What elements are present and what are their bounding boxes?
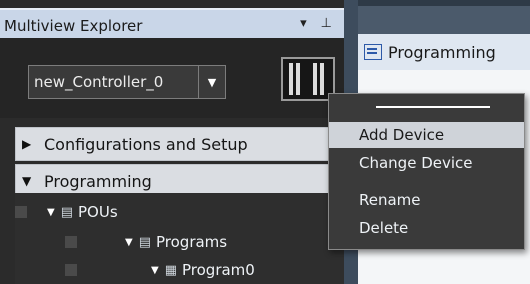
collapse-down-icon[interactable]: ▼ [151, 265, 159, 276]
tree-item-programs[interactable]: ▼ ▤ Programs [125, 229, 227, 255]
chevron-down-icon[interactable]: ▼ [198, 66, 225, 98]
explorer-header: Multiview Explorer ▾ ⊥ [0, 8, 346, 38]
controller-select[interactable]: new_Controller_0 ▼ [28, 65, 226, 99]
tree-item-program0[interactable]: ▼ ▦ Program0 [151, 257, 255, 283]
explorer-title: Multiview Explorer [4, 17, 143, 35]
program-icon: ▦ [164, 262, 177, 278]
status-box [65, 264, 77, 276]
collapse-down-icon[interactable]: ▼ [47, 207, 55, 218]
expand-right-icon[interactable]: ▶ [16, 137, 40, 151]
controller-image [281, 57, 335, 101]
tab-programming[interactable]: Programming [358, 34, 530, 70]
menu-item-delete[interactable]: Delete [329, 215, 524, 241]
pin-icon[interactable]: ⊥ [321, 16, 332, 31]
menu-separator [376, 106, 490, 108]
programming-icon [364, 44, 382, 60]
tree-item-pous[interactable]: ▼ ▤ POUs [15, 199, 118, 225]
tree-item-label: Programs [156, 233, 228, 251]
context-menu: Add Device Change Device Rename Delete [328, 93, 525, 250]
tree-item-label: Program0 [182, 261, 255, 279]
collapse-down-icon[interactable]: ▼ [16, 174, 40, 188]
programs-icon: ▤ [138, 234, 151, 250]
controller-select-value: new_Controller_0 [34, 73, 164, 91]
pous-icon: ▤ [60, 204, 73, 220]
collapse-down-icon[interactable]: ▼ [125, 237, 133, 248]
tab-label: Programming [388, 42, 496, 62]
section-configurations-and-setup[interactable]: ▶ Configurations and Setup [15, 127, 345, 161]
status-box [65, 236, 77, 248]
menu-item-rename[interactable]: Rename [329, 187, 524, 213]
tab-strip [358, 6, 530, 34]
menu-item-change-device[interactable]: Change Device [329, 150, 524, 176]
multiview-explorer-panel: Multiview Explorer ▾ ⊥ new_Controller_0 … [0, 0, 346, 284]
menu-item-add-device[interactable]: Add Device [329, 122, 524, 148]
status-box [15, 206, 27, 218]
section-label: Configurations and Setup [44, 134, 248, 154]
tree-item-label: POUs [78, 203, 118, 221]
section-label: Programming [44, 171, 152, 191]
programming-tree: ▼ ▤ POUs ▼ ▤ Programs ▼ ▦ Program0 [15, 193, 344, 284]
controller-toolbar: new_Controller_0 ▼ [0, 38, 344, 118]
dropdown-icon[interactable]: ▾ [300, 16, 307, 31]
